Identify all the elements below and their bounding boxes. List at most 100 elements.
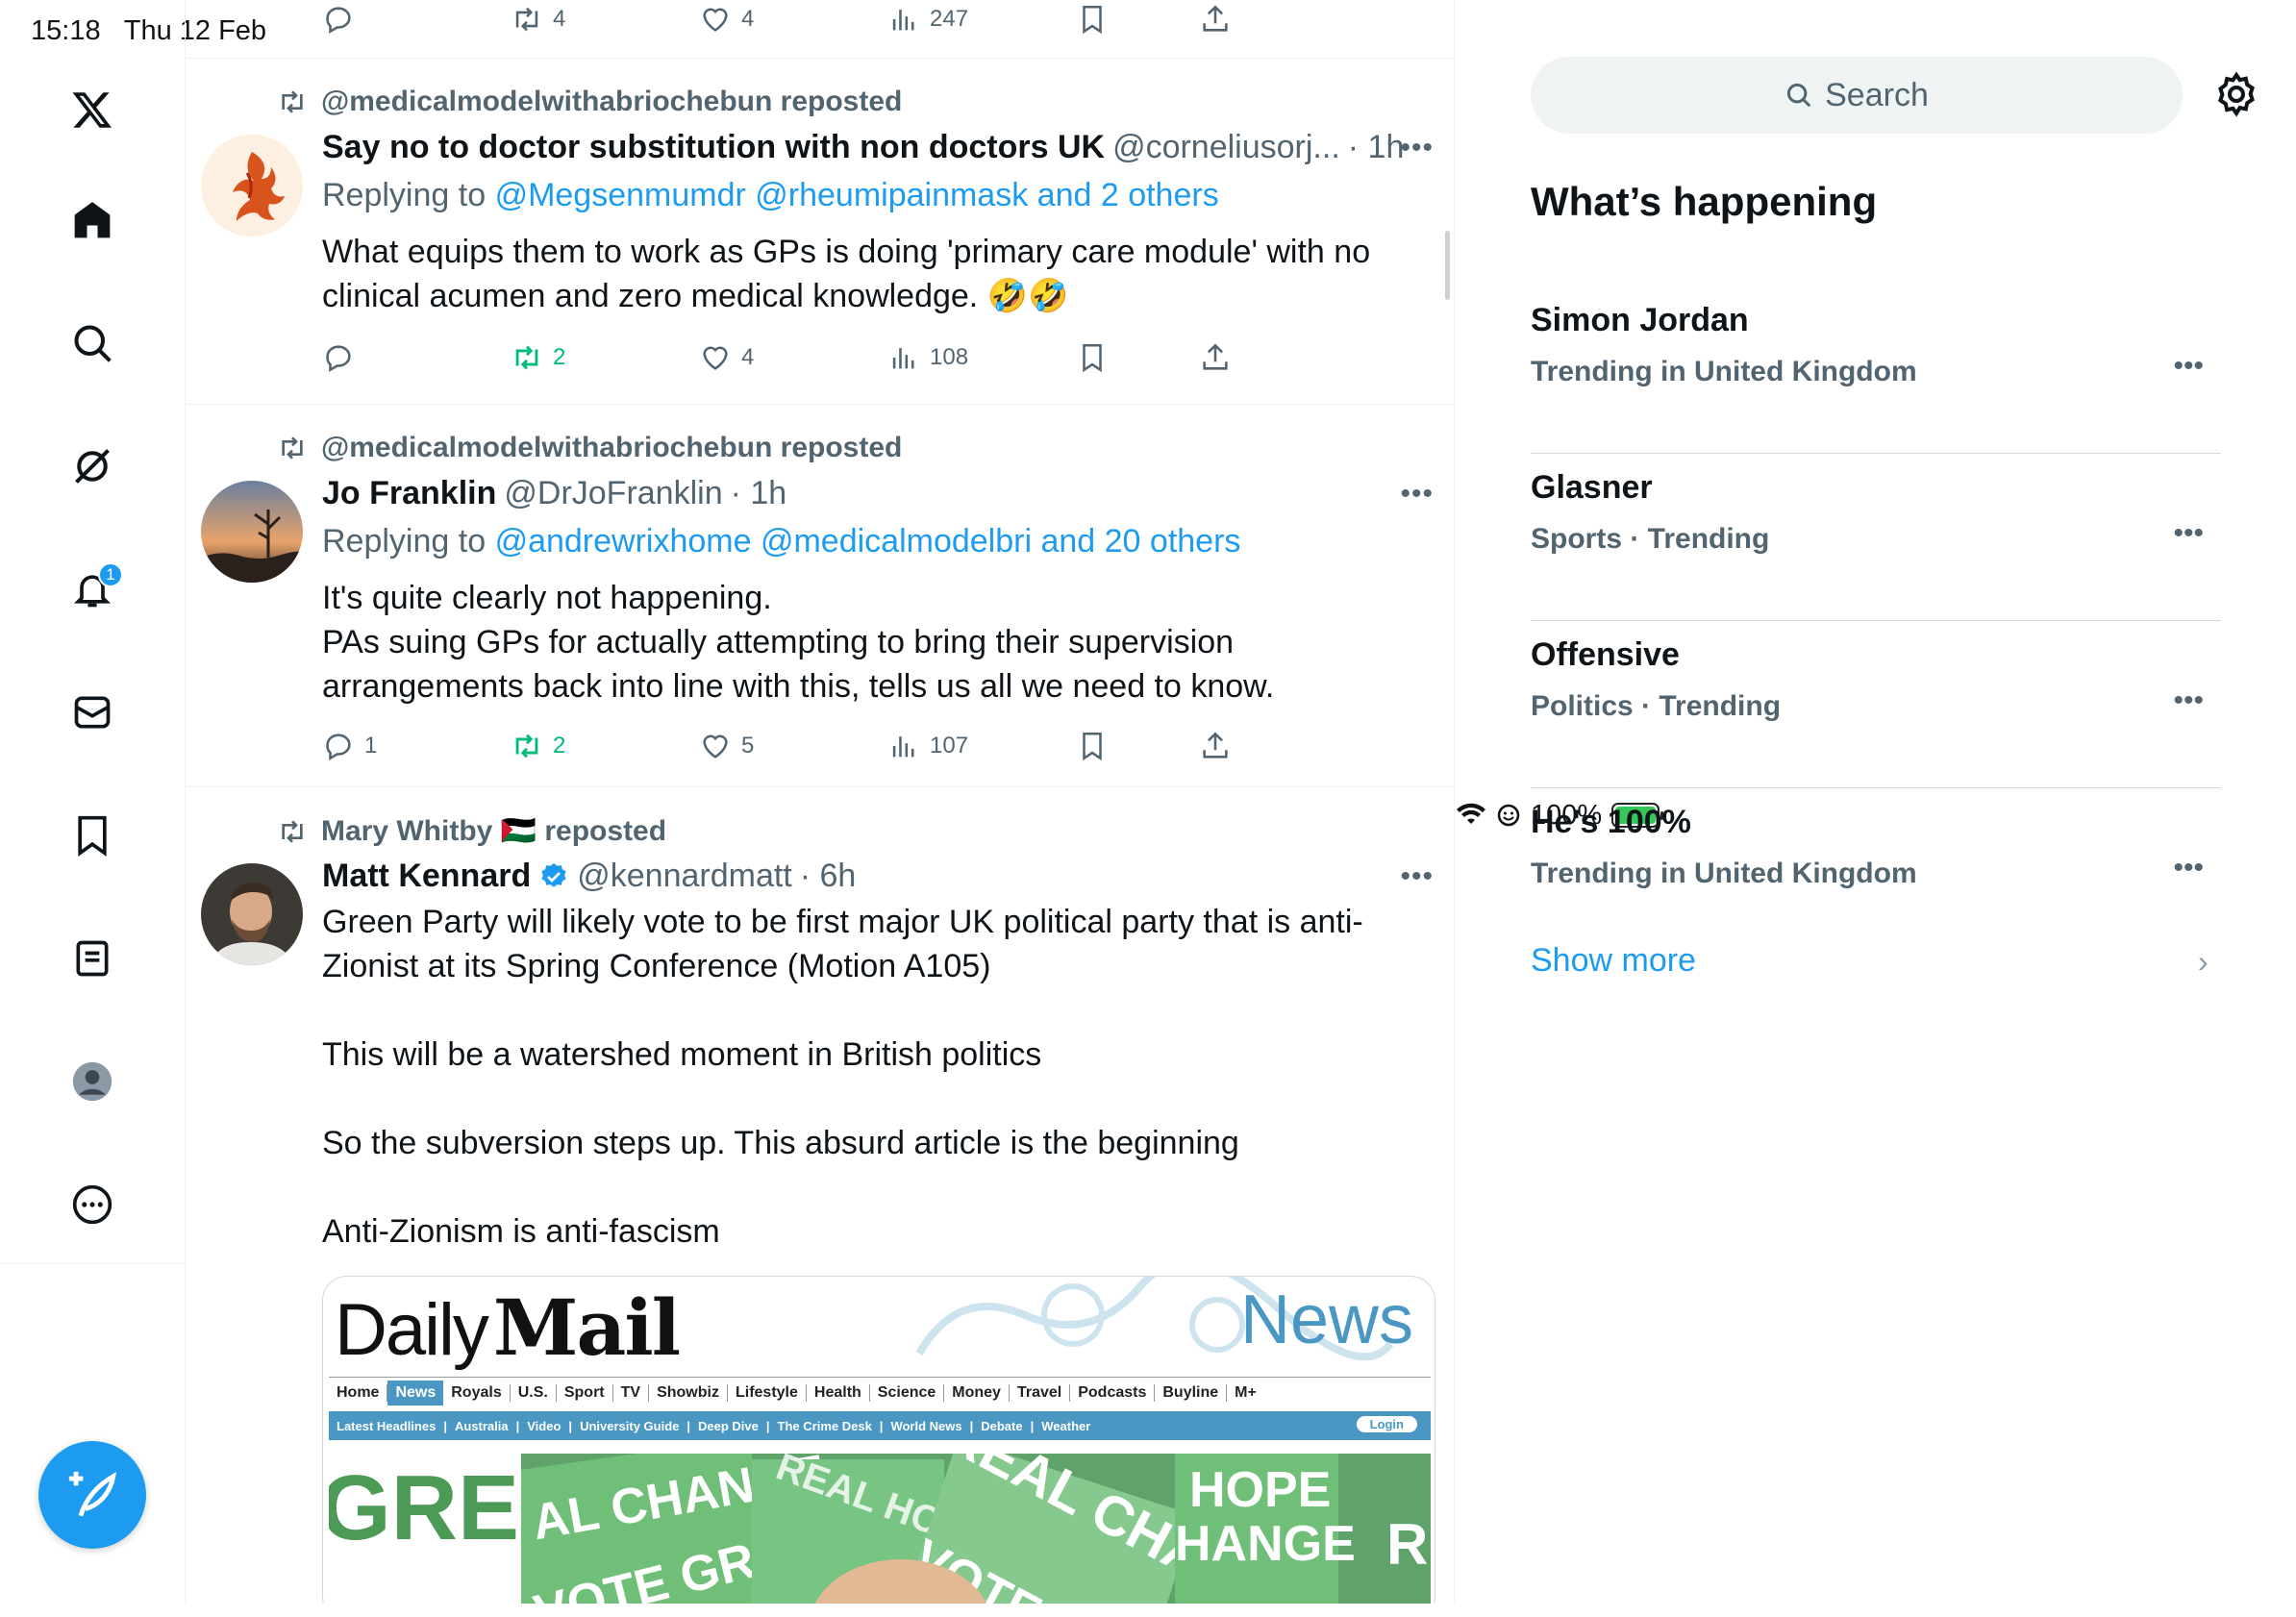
share-button[interactable] xyxy=(1199,338,1232,377)
tweet-text: Green Party will likely vote to be first… xyxy=(322,904,1363,1250)
more-options-icon[interactable]: ••• xyxy=(1400,860,1434,893)
dailymail-nav: Home News Royals U.S. Sport TV Showbiz L… xyxy=(329,1377,1431,1407)
bookmarks-icon[interactable] xyxy=(60,803,125,868)
reply-button[interactable] xyxy=(322,338,364,377)
section-title: News xyxy=(1239,1281,1413,1358)
bookmark-button[interactable] xyxy=(1076,0,1109,38)
reply-mentions-link[interactable]: @Megsenmumdr @rheumipainmask and 2 other… xyxy=(495,177,1219,213)
lists-icon[interactable] xyxy=(60,926,125,991)
reply-icon xyxy=(326,345,351,373)
sidebar-divider xyxy=(0,1263,186,1264)
grok-icon[interactable] xyxy=(60,434,125,499)
views-button[interactable]: 247 xyxy=(887,0,968,38)
trend-item[interactable]: Offensive Politics · Trending ••• xyxy=(1531,621,2221,788)
search-input[interactable]: Search xyxy=(1531,57,2183,134)
retweet-icon xyxy=(515,7,538,32)
retweet-button[interactable]: 2 xyxy=(511,338,565,377)
bookmark-button[interactable] xyxy=(1076,727,1109,765)
timeline-feed: 4 4 247 @medicalmodelwithabriochebun rep… xyxy=(186,0,1455,1604)
bookmark-button[interactable] xyxy=(1076,338,1109,377)
compose-button[interactable] xyxy=(38,1441,146,1549)
like-button[interactable]: 4 xyxy=(699,338,754,377)
avatar[interactable] xyxy=(201,863,303,965)
trend-context: Trending in United Kingdom xyxy=(1531,356,1917,387)
tweet-header: Jo Franklin @DrJoFranklin · 1h xyxy=(322,475,786,512)
retweet-icon xyxy=(282,436,303,460)
timestamp: · 1h xyxy=(1347,129,1405,165)
handle[interactable]: @DrJoFranklin xyxy=(504,475,722,512)
person-avatar-icon xyxy=(201,863,303,965)
retweet-icon xyxy=(515,734,538,759)
reply-icon xyxy=(326,734,351,761)
display-name[interactable]: Say no to doctor substitution with non d… xyxy=(322,129,1105,166)
timestamp: · 1h xyxy=(730,475,787,511)
dailymail-logo: DailyMail xyxy=(335,1282,681,1373)
share-button[interactable] xyxy=(1199,727,1232,765)
display-name[interactable]: Matt Kennard xyxy=(322,858,531,895)
trend-context: Sports · Trending xyxy=(1531,523,1770,555)
like-button[interactable]: 5 xyxy=(699,727,754,765)
trend-title: He's 100% xyxy=(1531,804,1691,840)
trend-more-icon[interactable]: ••• xyxy=(2173,852,2204,884)
repost-indicator: Mary Whitby 🇵🇸 reposted xyxy=(277,814,666,848)
heart-icon xyxy=(703,346,728,370)
trend-more-icon[interactable]: ••• xyxy=(2173,684,2204,717)
trend-item[interactable]: He's 100% Trending in United Kingdom ••• xyxy=(1531,788,2221,956)
reply-mentions-link[interactable]: @andrewrixhome @medicalmodelbri and 20 o… xyxy=(495,523,1241,560)
trend-context: Trending in United Kingdom xyxy=(1531,858,1917,889)
more-circle-icon[interactable] xyxy=(60,1172,125,1237)
sidebar: 1 xyxy=(0,0,186,1604)
retweet-button[interactable]: 4 xyxy=(511,0,565,38)
compose-feather-icon xyxy=(68,1471,116,1517)
views-icon xyxy=(892,348,914,369)
retweet-button[interactable]: 2 xyxy=(511,727,565,765)
repost-indicator: @medicalmodelwithabriochebun reposted xyxy=(277,432,902,464)
tweet-text: What equips them to work as GPs is doing… xyxy=(322,234,1380,314)
tweet[interactable]: @medicalmodelwithabriochebun reposted Sa… xyxy=(186,59,1454,405)
handle[interactable]: @corneliusorj... xyxy=(1112,129,1340,166)
trend-item[interactable]: Glasner Sports · Trending ••• xyxy=(1531,454,2221,621)
trend-title: Offensive xyxy=(1531,636,1680,673)
reply-button[interactable] xyxy=(322,0,355,38)
notifications-icon[interactable]: 1 xyxy=(60,557,125,622)
handle[interactable]: @kennardmatt xyxy=(577,858,792,895)
tweet-partial: 4 4 247 xyxy=(186,0,1454,59)
settings-gear-icon[interactable] xyxy=(2213,71,2259,117)
tweet-actions: 1 2 5 107 xyxy=(322,727,1284,765)
share-icon xyxy=(1203,343,1228,370)
more-options-icon[interactable]: ••• xyxy=(1400,478,1434,510)
share-icon xyxy=(1203,732,1228,759)
views-button[interactable]: 107 xyxy=(887,727,968,765)
tweet[interactable]: @medicalmodelwithabriochebun reposted Jo… xyxy=(186,405,1454,787)
tweet-actions: 2 4 108 xyxy=(322,338,1284,377)
messages-icon[interactable] xyxy=(60,680,125,745)
bookmark-icon xyxy=(1083,343,1102,373)
show-more-link[interactable]: Show more xyxy=(1531,942,1696,980)
replying-to: Replying to @Megsenmumdr @rheumipainmask… xyxy=(322,177,1219,213)
like-button[interactable]: 4 xyxy=(699,0,754,38)
share-button[interactable] xyxy=(1199,0,1232,38)
bookmark-icon xyxy=(1083,5,1102,35)
more-options-icon[interactable]: ••• xyxy=(1400,132,1434,164)
avatar[interactable] xyxy=(201,135,303,236)
display-name[interactable]: Jo Franklin xyxy=(322,475,496,512)
home-icon[interactable] xyxy=(60,187,125,253)
share-icon xyxy=(1203,5,1228,32)
views-button[interactable]: 108 xyxy=(887,338,968,377)
profile-avatar-icon[interactable] xyxy=(60,1049,125,1114)
notification-badge: 1 xyxy=(98,562,123,587)
reply-button[interactable]: 1 xyxy=(322,727,377,765)
search-icon[interactable] xyxy=(60,311,125,376)
views-icon xyxy=(892,736,914,758)
sunset-avatar-icon xyxy=(201,481,303,583)
x-logo-icon[interactable] xyxy=(60,77,125,142)
avatar[interactable] xyxy=(201,481,303,583)
trend-more-icon[interactable]: ••• xyxy=(2173,350,2204,383)
trend-item[interactable]: Simon Jordan Trending in United Kingdom … xyxy=(1531,286,2221,454)
replying-to: Replying to @andrewrixhome @medicalmodel… xyxy=(322,523,1241,560)
chevron-right-icon: › xyxy=(2198,944,2209,979)
heart-icon xyxy=(703,734,728,759)
trend-more-icon[interactable]: ••• xyxy=(2173,517,2204,550)
link-card[interactable]: DailyMail News Home News Royals U.S. Spo… xyxy=(322,1276,1435,1604)
heart-icon xyxy=(703,8,728,32)
